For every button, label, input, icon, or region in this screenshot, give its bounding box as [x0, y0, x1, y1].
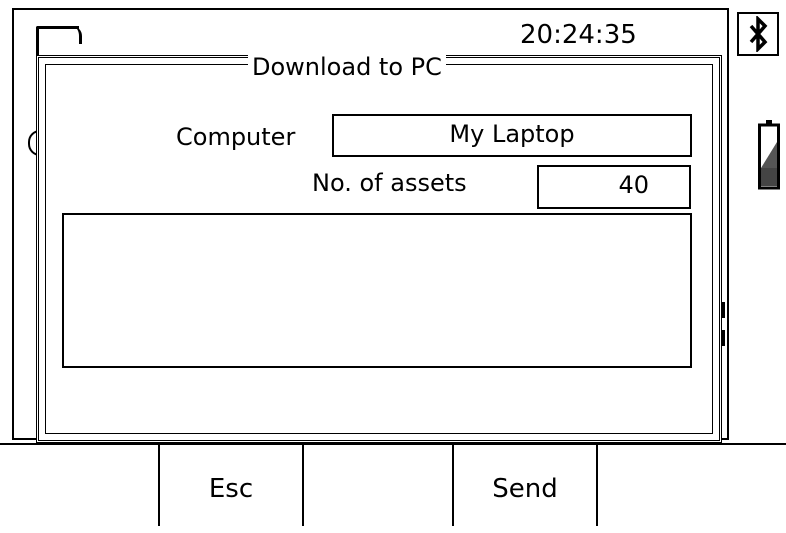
message-area — [62, 213, 692, 368]
softkey-bar: Esc Send — [0, 443, 786, 526]
dialog-title: Download to PC — [248, 52, 446, 82]
background-tick-mark — [722, 302, 725, 318]
assets-count-field: 40 — [537, 165, 691, 209]
assets-label: No. of assets — [312, 169, 467, 197]
computer-field[interactable]: My Laptop — [332, 114, 692, 157]
battery-icon — [758, 120, 780, 190]
background-tick-mark — [722, 330, 725, 346]
esc-button[interactable]: Esc — [158, 445, 304, 526]
clock-display: 20:24:35 — [520, 20, 637, 50]
send-button[interactable]: Send — [452, 445, 598, 526]
bluetooth-icon[interactable] — [737, 12, 779, 56]
computer-label: Computer — [176, 123, 296, 151]
empty-softkey[interactable] — [302, 445, 454, 526]
